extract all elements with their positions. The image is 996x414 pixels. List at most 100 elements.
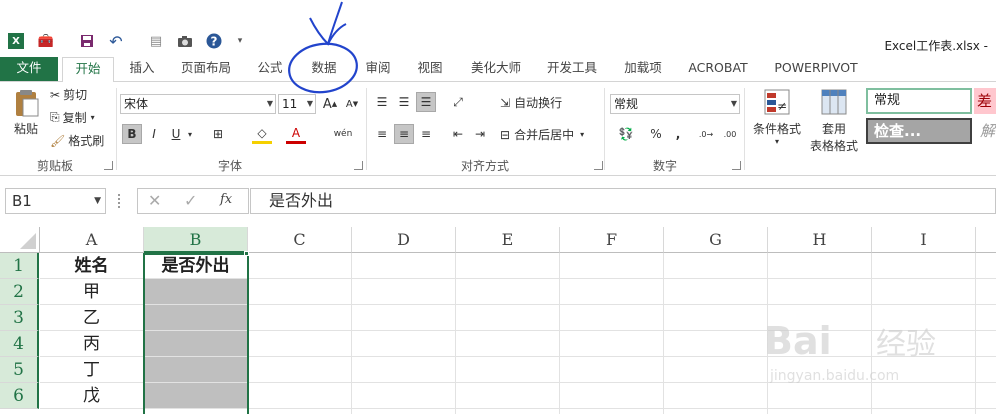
wrap-text-label: 自动换行 [514,96,563,110]
merge-center-label: 合并后居中 [514,128,575,142]
fill-handle[interactable] [244,251,249,256]
chevron-down-icon: ▾ [774,137,779,146]
cell-a4[interactable]: 丙 [40,331,144,357]
italic-button[interactable]: I [144,124,164,144]
number-format-value: 常规 [614,97,639,111]
tab-view[interactable]: 视图 [410,57,450,81]
cell-a5[interactable]: 丁 [40,357,144,383]
conditional-format-button[interactable]: ≠ 条件格式 ▾ [750,88,804,146]
cell-a3[interactable]: 乙 [40,305,144,331]
cut-label: 剪切 [63,88,88,102]
copy-button[interactable]: ⎘ 复制 ▾ [50,109,95,126]
divider [604,88,605,170]
conditional-format-icon: ≠ [764,89,790,115]
svg-text:≠: ≠ [777,99,787,113]
help-icon[interactable]: ? [206,33,222,49]
ribbon-tabs: 文件 开始 插入 页面布局 公式 数据 审阅 视图 美化大师 开发工具 加载项 … [0,57,996,84]
formula-buttons: ✕ ✓ fx [137,188,249,214]
tab-home[interactable]: 开始 [62,57,114,84]
format-painter-button[interactable]: 🖌 格式刷 [50,132,104,149]
divider [366,88,367,170]
title-bar: X 🧰 ↶ ▤ ? ▾ Excel工作表.xlsx - [0,0,996,58]
chevron-down-icon: ▼ [94,196,101,206]
cell-a1[interactable]: 姓名 [40,253,144,279]
font-color-button[interactable]: A [286,124,306,144]
style-explain[interactable]: 解 [980,120,996,142]
svg-text:经验: 经验 [876,327,936,362]
font-name-select[interactable]: 宋体 ▼ [120,94,276,114]
font-launcher-icon[interactable] [354,161,363,170]
svg-text:Bai: Bai [764,319,832,363]
phonetic-button[interactable]: wén [330,124,356,144]
tab-addins[interactable]: 加载项 [618,57,668,81]
tab-beautify-master[interactable]: 美化大师 [464,57,528,81]
comma-button[interactable]: , [668,124,688,144]
resize-handle[interactable] [118,194,123,208]
number-format-select[interactable]: 常规 ▼ [610,94,740,114]
orientation-icon[interactable]: ⤢ [448,92,468,112]
svg-text:jingyan.baidu.com: jingyan.baidu.com [769,368,899,384]
chevron-down-icon[interactable]: ▾ [185,124,195,144]
formula-input[interactable]: 是否外出 [250,188,996,214]
excel-logo-icon: X [8,33,24,49]
cut-button[interactable]: ✂ 剪切 [50,86,87,103]
font-group-label: 字体 [217,159,242,173]
decrease-decimal-icon[interactable]: .00 [720,124,740,144]
conditional-format-label: 条件格式 [752,122,801,136]
print-icon[interactable]: ▤ [148,33,164,49]
enter-icon[interactable]: ✓ [184,191,197,210]
customize-qa-icon[interactable]: ▾ [232,33,248,49]
decrease-indent-icon[interactable]: ⇤ [448,124,468,144]
wrap-text-button[interactable]: ⇲ 自动换行 [500,94,562,111]
alignment-launcher-icon[interactable] [594,161,603,170]
brush-icon: 🖌 [50,133,66,148]
style-bad[interactable]: 差 [974,88,996,114]
cell-a2[interactable]: 甲 [40,279,144,305]
ribbon-home: 粘贴 ✂ 剪切 ⎘ 复制 ▾ 🖌 格式刷 剪贴板 宋体 ▼ 11 ▼ A ▲ A ▼ B I U… [0,82,996,176]
increase-decimal-icon[interactable]: .0→ [696,124,716,144]
tab-acrobat[interactable]: ACROBAT [684,57,752,81]
toolbox-icon[interactable]: 🧰 [38,33,54,49]
insert-function-icon[interactable]: fx [220,192,232,207]
font-name-value: 宋体 [124,97,149,111]
tab-page-layout[interactable]: 页面布局 [176,57,236,81]
align-middle-icon[interactable]: ☰ [394,92,414,112]
selection-outline [143,253,249,414]
camera-icon[interactable] [177,33,193,49]
align-center-icon[interactable]: ≡ [394,124,414,144]
copy-label: 复制 [62,111,87,125]
currency-icon[interactable]: 💱 [612,124,640,144]
format-as-table-button[interactable]: 套用 表格格式 [804,88,864,154]
increase-indent-icon[interactable]: ⇥ [470,124,490,144]
clipboard-launcher-icon[interactable] [104,161,113,170]
tab-file[interactable]: 文件 [0,57,58,81]
align-left-icon[interactable]: ≡ [372,124,392,144]
save-icon[interactable] [79,33,95,49]
paste-button[interactable]: 粘贴 [8,88,44,137]
number-launcher-icon[interactable] [732,161,741,170]
style-check[interactable]: 检查... [866,118,972,144]
chevron-down-icon: ▼ [730,99,737,108]
underline-button[interactable]: U [166,124,186,144]
tab-powerpivot[interactable]: POWERPIVOT [768,57,864,81]
bold-button[interactable]: B [122,124,142,144]
format-painter-label: 格式刷 [68,134,105,148]
align-right-icon[interactable]: ≡ [416,124,436,144]
style-normal[interactable]: 常规 [866,88,972,114]
annotation-circle-icon [288,1,358,94]
name-box[interactable]: B1 ▼ [5,188,106,214]
cancel-icon[interactable]: ✕ [148,191,161,210]
align-bottom-icon[interactable]: ☰ [416,92,436,112]
merge-icon: ⊟ [500,127,511,142]
fill-color-icon[interactable]: ◇ [252,124,272,144]
chevron-down-icon: ▾ [90,113,95,122]
border-icon[interactable]: ⊞ [208,124,228,144]
percent-button[interactable]: % [646,124,666,144]
tab-developer[interactable]: 开发工具 [542,57,602,81]
cell-a6[interactable]: 戊 [40,383,144,409]
undo-icon[interactable]: ↶ [108,32,124,51]
clipboard-icon [16,90,39,117]
wrap-icon: ⇲ [500,95,511,110]
tab-insert[interactable]: 插入 [122,57,162,81]
merge-center-button[interactable]: ⊟ 合并后居中 ▾ [500,126,584,143]
